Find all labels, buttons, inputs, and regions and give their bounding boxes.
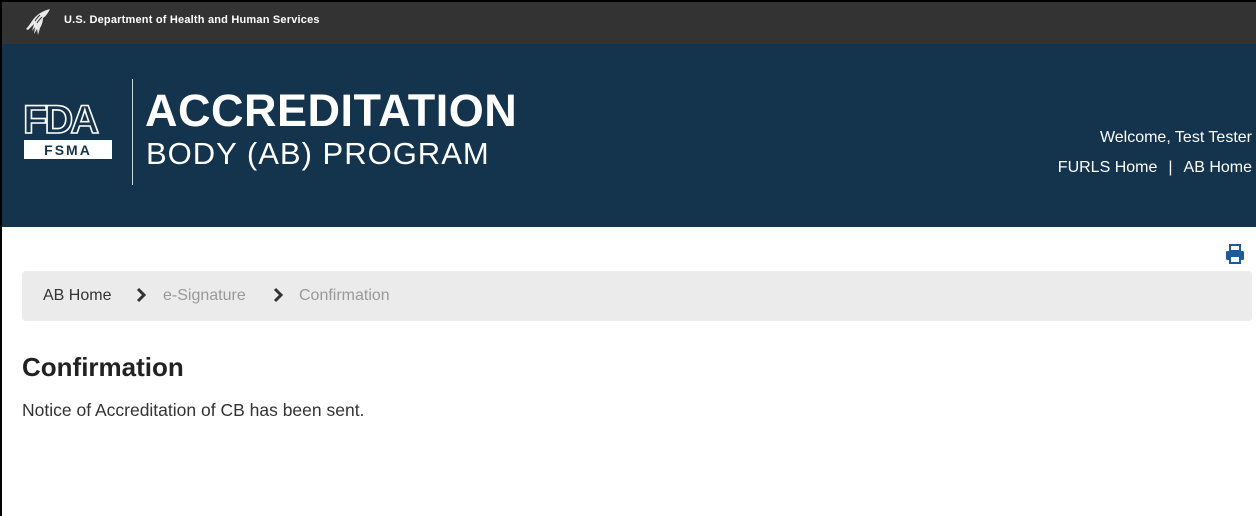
ab-home-link[interactable]: AB Home [1184,160,1252,176]
chevron-right-icon [273,287,283,303]
print-icon[interactable] [1225,244,1245,264]
chevron-right-icon [136,287,146,303]
agency-bar: U.S. Department of Health and Human Serv… [0,0,1256,44]
frame-top-border [0,0,1256,2]
banner-divider [132,79,133,185]
fsma-logo-text: FSMA [44,142,92,158]
header-links: FURLS Home | AB Home [1058,160,1252,176]
furls-home-link[interactable]: FURLS Home [1058,160,1158,176]
breadcrumb: AB Home e-Signature Confirmation [22,271,1252,321]
frame-left-border [0,0,2,516]
fda-fsma-logo[interactable]: FDA FSMA [22,98,114,160]
fda-logo-text: FDA [23,98,98,142]
program-subtitle: BODY (AB) PROGRAM [146,136,490,171]
link-separator: | [1168,159,1173,176]
program-title: ACCREDITATION [145,85,518,136]
breadcrumb-item-e-signature[interactable]: e-Signature [163,288,246,304]
hhs-eagle-icon [26,9,50,35]
page-title: Confirmation [22,352,184,382]
welcome-message: Welcome, Test Tester [1099,129,1252,146]
agency-name: U.S. Department of Health and Human Serv… [64,14,320,26]
breadcrumb-item-confirmation: Confirmation [299,287,390,304]
confirmation-message: Notice of Accreditation of CB has been s… [22,400,365,420]
breadcrumb-item-ab-home[interactable]: AB Home [43,288,111,304]
